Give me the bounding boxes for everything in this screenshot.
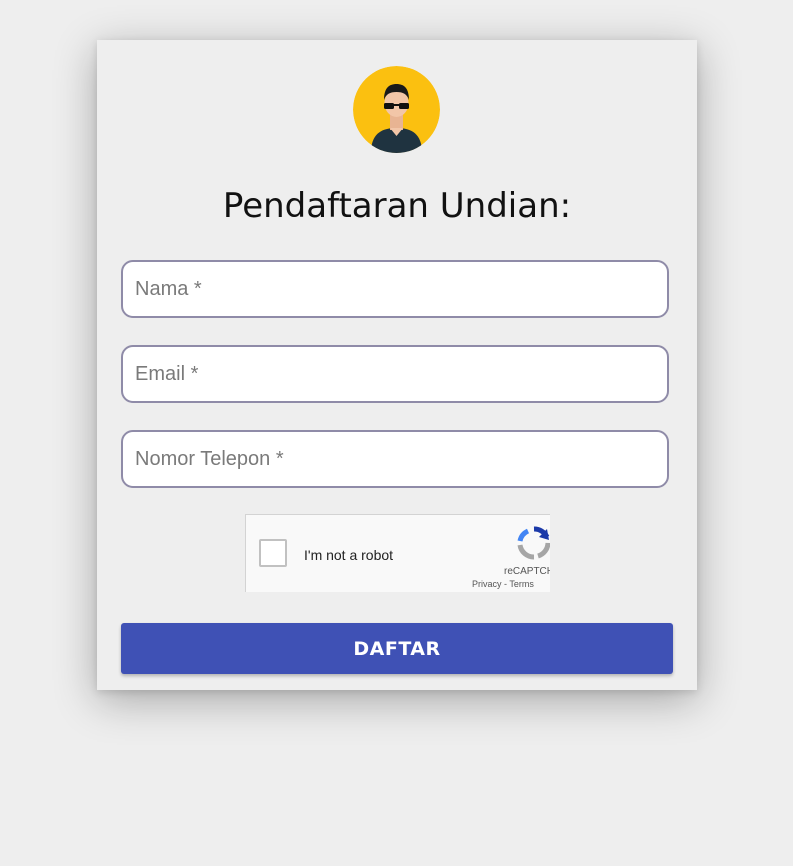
user-avatar-icon — [353, 66, 440, 153]
recaptcha-widget: I'm not a robot reCAPTCHA Privacy - Term… — [245, 514, 550, 592]
recaptcha-logo-icon — [516, 525, 550, 566]
name-input[interactable] — [121, 260, 669, 318]
recaptcha-checkbox[interactable] — [259, 539, 287, 567]
email-input[interactable] — [121, 345, 669, 403]
submit-button[interactable]: DAFTAR — [121, 623, 673, 674]
page-title: Pendaftaran Undian: — [222, 186, 572, 226]
recaptcha-terms-link[interactable]: Terms — [509, 579, 534, 589]
recaptcha-links: Privacy - Terms — [472, 579, 534, 589]
recaptcha-label: I'm not a robot — [304, 547, 394, 563]
phone-input[interactable] — [121, 430, 669, 488]
recaptcha-brand: reCAPTCHA — [504, 566, 550, 577]
registration-card: Pendaftaran Undian: I'm not a robot reCA… — [97, 40, 697, 690]
recaptcha-privacy-link[interactable]: Privacy — [472, 579, 502, 589]
